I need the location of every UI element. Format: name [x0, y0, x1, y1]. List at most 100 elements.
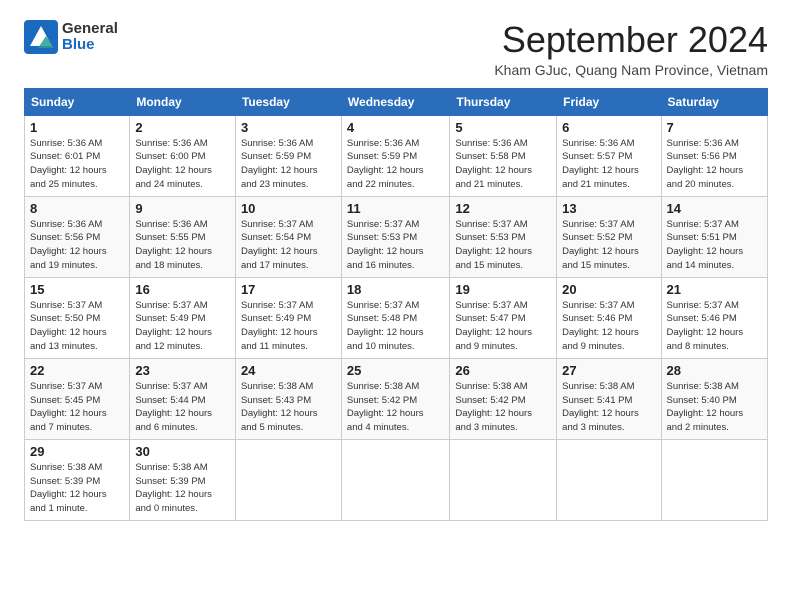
calendar-cell: 18Sunrise: 5:37 AM Sunset: 5:48 PM Dayli… — [341, 277, 449, 358]
day-number: 14 — [667, 201, 762, 216]
calendar-cell: 24 Sunrise: 5:38 AM Sunset: 5:43 PM Dayli… — [235, 358, 341, 439]
day-info: Sunrise: 5:36 AM Sunset: 5:56 PM Dayligh… — [667, 137, 762, 192]
day-info: Sunrise: 5:37 AM Sunset: 5:46 PM Dayligh… — [667, 299, 762, 354]
calendar-cell: 11Sunrise: 5:37 AM Sunset: 5:53 PM Dayli… — [341, 196, 449, 277]
day-info: Sunrise: 5:36 AM Sunset: 6:00 PM Dayligh… — [135, 137, 230, 192]
day-number: 11 — [347, 201, 444, 216]
calendar-cell — [557, 439, 661, 520]
calendar-cell — [661, 439, 767, 520]
day-info: Sunrise: 5:37 AM Sunset: 5:49 PM Dayligh… — [241, 299, 336, 354]
day-info: Sunrise: 5:37 AM Sunset: 5:50 PM Dayligh… — [30, 299, 124, 354]
day-info: Sunrise: 5:37 AM Sunset: 5:53 PM Dayligh… — [455, 218, 551, 273]
calendar-cell: 29 Sunrise: 5:38 AM Sunset: 5:39 PM Dayli… — [25, 439, 130, 520]
location-subtitle: Kham GJuc, Quang Nam Province, Vietnam — [494, 62, 768, 78]
calendar-cell: 2 Sunrise: 5:36 AM Sunset: 6:00 PM Daylig… — [130, 115, 236, 196]
calendar-week-row: 29 Sunrise: 5:38 AM Sunset: 5:39 PM Dayli… — [25, 439, 768, 520]
day-info: Sunrise: 5:38 AM Sunset: 5:41 PM Dayligh… — [562, 380, 655, 435]
day-number: 12 — [455, 201, 551, 216]
logo-text: General Blue — [62, 21, 118, 54]
day-number: 19 — [455, 282, 551, 297]
day-of-week-header: Saturday — [661, 88, 767, 115]
day-info: Sunrise: 5:36 AM Sunset: 5:59 PM Dayligh… — [241, 137, 336, 192]
day-info: Sunrise: 5:37 AM Sunset: 5:54 PM Dayligh… — [241, 218, 336, 273]
day-info: Sunrise: 5:37 AM Sunset: 5:51 PM Dayligh… — [667, 218, 762, 273]
calendar-cell: 20Sunrise: 5:37 AM Sunset: 5:46 PM Dayli… — [557, 277, 661, 358]
calendar-cell: 7 Sunrise: 5:36 AM Sunset: 5:56 PM Daylig… — [661, 115, 767, 196]
calendar-header-row: SundayMondayTuesdayWednesdayThursdayFrid… — [25, 88, 768, 115]
day-number: 16 — [135, 282, 230, 297]
day-info: Sunrise: 5:36 AM Sunset: 5:59 PM Dayligh… — [347, 137, 444, 192]
day-info: Sunrise: 5:37 AM Sunset: 5:48 PM Dayligh… — [347, 299, 444, 354]
day-info: Sunrise: 5:36 AM Sunset: 5:55 PM Dayligh… — [135, 218, 230, 273]
day-number: 9 — [135, 201, 230, 216]
calendar-cell: 8 Sunrise: 5:36 AM Sunset: 5:56 PM Daylig… — [25, 196, 130, 277]
calendar-cell: 3 Sunrise: 5:36 AM Sunset: 5:59 PM Daylig… — [235, 115, 341, 196]
calendar-cell: 21 Sunrise: 5:37 AM Sunset: 5:46 PM Dayli… — [661, 277, 767, 358]
day-number: 30 — [135, 444, 230, 459]
calendar-cell: 12 Sunrise: 5:37 AM Sunset: 5:53 PM Dayli… — [450, 196, 557, 277]
day-number: 3 — [241, 120, 336, 135]
calendar-cell: 26Sunrise: 5:38 AM Sunset: 5:42 PM Dayli… — [450, 358, 557, 439]
day-of-week-header: Friday — [557, 88, 661, 115]
day-info: Sunrise: 5:37 AM Sunset: 5:45 PM Dayligh… — [30, 380, 124, 435]
day-info: Sunrise: 5:36 AM Sunset: 6:01 PM Dayligh… — [30, 137, 124, 192]
day-number: 20 — [562, 282, 655, 297]
calendar-cell: 19 Sunrise: 5:37 AM Sunset: 5:47 PM Dayli… — [450, 277, 557, 358]
calendar-cell — [450, 439, 557, 520]
day-info: Sunrise: 5:38 AM Sunset: 5:40 PM Dayligh… — [667, 380, 762, 435]
day-number: 22 — [30, 363, 124, 378]
calendar-cell: 25Sunrise: 5:38 AM Sunset: 5:42 PM Dayli… — [341, 358, 449, 439]
day-number: 1 — [30, 120, 124, 135]
day-number: 15 — [30, 282, 124, 297]
calendar-cell: 27Sunrise: 5:38 AM Sunset: 5:41 PM Dayli… — [557, 358, 661, 439]
day-of-week-header: Monday — [130, 88, 236, 115]
day-number: 26 — [455, 363, 551, 378]
calendar-week-row: 15 Sunrise: 5:37 AM Sunset: 5:50 PM Dayli… — [25, 277, 768, 358]
day-number: 4 — [347, 120, 444, 135]
calendar-cell: 13 Sunrise: 5:37 AM Sunset: 5:52 PM Dayli… — [557, 196, 661, 277]
day-number: 13 — [562, 201, 655, 216]
calendar-cell: 14 Sunrise: 5:37 AM Sunset: 5:51 PM Dayli… — [661, 196, 767, 277]
day-info: Sunrise: 5:37 AM Sunset: 5:49 PM Dayligh… — [135, 299, 230, 354]
calendar-cell: 9 Sunrise: 5:36 AM Sunset: 5:55 PM Daylig… — [130, 196, 236, 277]
day-number: 29 — [30, 444, 124, 459]
calendar-cell: 16 Sunrise: 5:37 AM Sunset: 5:49 PM Dayli… — [130, 277, 236, 358]
calendar-cell: 1 Sunrise: 5:36 AM Sunset: 6:01 PM Daylig… — [25, 115, 130, 196]
header: General Blue September 2024 Kham GJuc, Q… — [24, 20, 768, 78]
title-area: September 2024 Kham GJuc, Quang Nam Prov… — [494, 20, 768, 78]
day-number: 10 — [241, 201, 336, 216]
day-info: Sunrise: 5:36 AM Sunset: 5:56 PM Dayligh… — [30, 218, 124, 273]
logo: General Blue — [24, 20, 118, 54]
day-number: 23 — [135, 363, 230, 378]
day-number: 21 — [667, 282, 762, 297]
day-of-week-header: Thursday — [450, 88, 557, 115]
day-info: Sunrise: 5:37 AM Sunset: 5:47 PM Dayligh… — [455, 299, 551, 354]
calendar-cell: 4 Sunrise: 5:36 AM Sunset: 5:59 PM Daylig… — [341, 115, 449, 196]
calendar-cell: 6 Sunrise: 5:36 AM Sunset: 5:57 PM Daylig… — [557, 115, 661, 196]
month-title: September 2024 — [494, 20, 768, 60]
calendar-cell: 15 Sunrise: 5:37 AM Sunset: 5:50 PM Dayli… — [25, 277, 130, 358]
day-number: 6 — [562, 120, 655, 135]
day-info: Sunrise: 5:38 AM Sunset: 5:43 PM Dayligh… — [241, 380, 336, 435]
day-info: Sunrise: 5:38 AM Sunset: 5:39 PM Dayligh… — [135, 461, 230, 516]
day-info: Sunrise: 5:38 AM Sunset: 5:39 PM Dayligh… — [30, 461, 124, 516]
day-info: Sunrise: 5:38 AM Sunset: 5:42 PM Dayligh… — [347, 380, 444, 435]
day-info: Sunrise: 5:36 AM Sunset: 5:58 PM Dayligh… — [455, 137, 551, 192]
calendar-cell — [235, 439, 341, 520]
day-number: 2 — [135, 120, 230, 135]
calendar-week-row: 8 Sunrise: 5:36 AM Sunset: 5:56 PM Daylig… — [25, 196, 768, 277]
calendar-cell: 23Sunrise: 5:37 AM Sunset: 5:44 PM Dayli… — [130, 358, 236, 439]
day-number: 24 — [241, 363, 336, 378]
calendar-table: SundayMondayTuesdayWednesdayThursdayFrid… — [24, 88, 768, 521]
day-info: Sunrise: 5:36 AM Sunset: 5:57 PM Dayligh… — [562, 137, 655, 192]
day-number: 5 — [455, 120, 551, 135]
day-info: Sunrise: 5:37 AM Sunset: 5:52 PM Dayligh… — [562, 218, 655, 273]
calendar-cell: 28Sunrise: 5:38 AM Sunset: 5:40 PM Dayli… — [661, 358, 767, 439]
day-number: 7 — [667, 120, 762, 135]
day-number: 17 — [241, 282, 336, 297]
calendar-week-row: 1 Sunrise: 5:36 AM Sunset: 6:01 PM Daylig… — [25, 115, 768, 196]
day-of-week-header: Tuesday — [235, 88, 341, 115]
day-of-week-header: Sunday — [25, 88, 130, 115]
day-number: 8 — [30, 201, 124, 216]
calendar-week-row: 22 Sunrise: 5:37 AM Sunset: 5:45 PM Dayli… — [25, 358, 768, 439]
